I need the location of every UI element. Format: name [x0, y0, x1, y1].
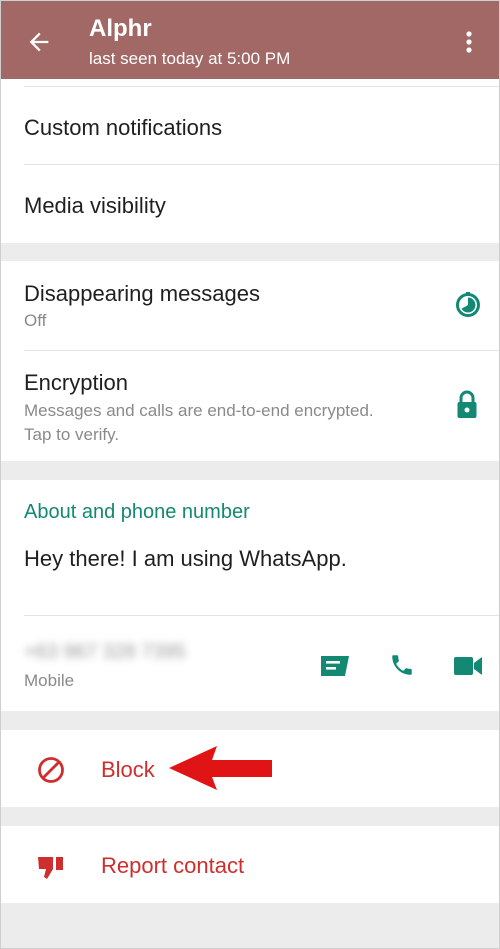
report-contact-button[interactable]: Report contact	[101, 853, 244, 879]
report-card: Report contact	[1, 826, 499, 903]
contact-name[interactable]: Alphr	[89, 15, 152, 43]
timer-icon	[456, 292, 480, 317]
about-section-title: About and phone number	[24, 501, 250, 523]
phone-number[interactable]: +63 967 328 7395	[24, 641, 186, 664]
more-vert-icon[interactable]	[459, 28, 479, 56]
last-seen-status: last seen today at 5:00 PM	[89, 49, 291, 68]
block-button[interactable]: Block	[101, 757, 155, 783]
encryption-description: Messages and calls are end-to-end encryp…	[24, 401, 374, 420]
encryption-item[interactable]: Encryption	[24, 370, 128, 396]
disappearing-messages-item[interactable]: Disappearing messages	[24, 281, 260, 307]
block-card: Block	[1, 730, 499, 807]
video-call-icon[interactable]	[453, 655, 483, 677]
lock-icon	[457, 390, 477, 418]
divider	[24, 86, 499, 87]
screen: Alphr last seen today at 5:00 PM Custom …	[0, 0, 500, 949]
thumbs-down-icon	[38, 857, 63, 879]
notifications-card: Custom notifications Media visibility	[1, 79, 499, 243]
phone-type-label: Mobile	[24, 671, 75, 690]
divider	[24, 350, 499, 351]
phone-call-icon[interactable]	[389, 652, 415, 678]
annotation-arrow-icon	[169, 746, 272, 790]
divider	[24, 164, 499, 165]
about-status-text[interactable]: Hey there! I am using WhatsApp.	[24, 546, 347, 572]
arrow-left-icon[interactable]	[25, 28, 53, 56]
block-icon	[38, 757, 64, 783]
message-icon[interactable]	[319, 654, 351, 680]
about-card: About and phone number Hey there! I am u…	[1, 480, 499, 711]
encryption-verify-hint: Tap to verify.	[24, 425, 120, 444]
media-visibility-item[interactable]: Media visibility	[24, 193, 166, 219]
divider	[24, 615, 499, 616]
privacy-card: Disappearing messages Off Encryption Mes…	[1, 261, 499, 461]
custom-notifications-item[interactable]: Custom notifications	[24, 115, 222, 141]
disappearing-messages-value: Off	[24, 311, 47, 330]
app-bar: Alphr last seen today at 5:00 PM	[1, 1, 499, 79]
